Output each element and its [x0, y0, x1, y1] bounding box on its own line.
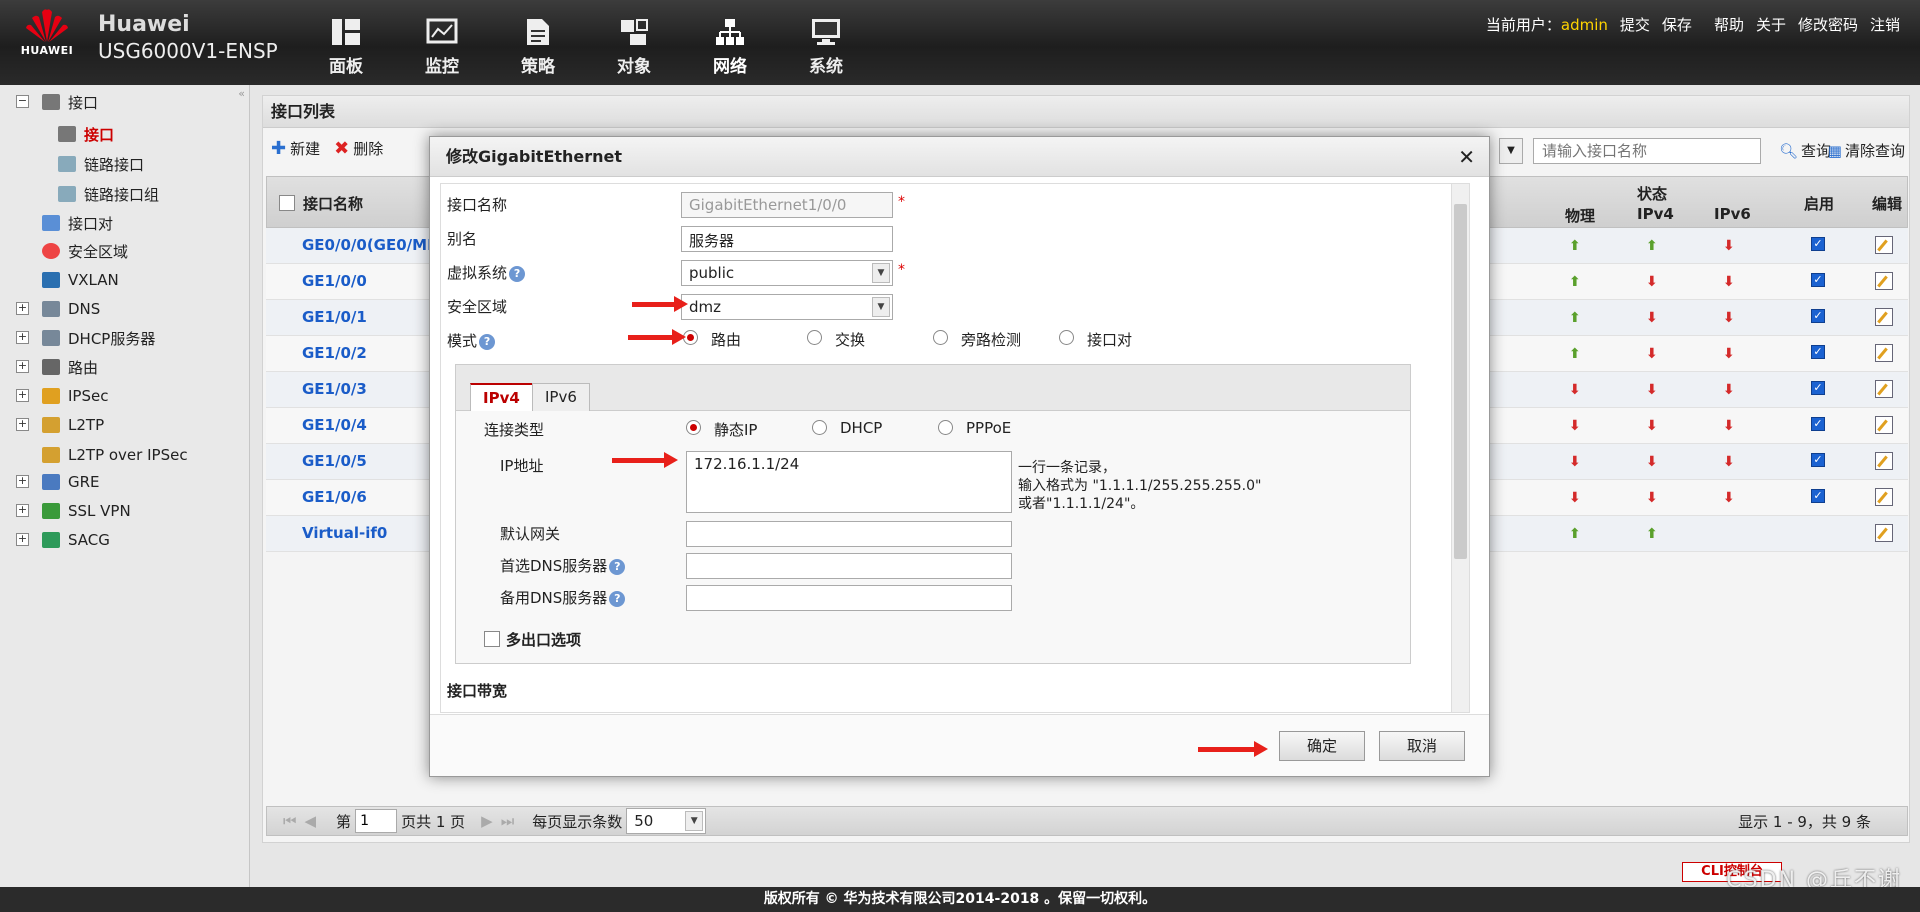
mode-bypass-label: 旁路检测 [961, 331, 1022, 349]
annotation-arrow-zone [632, 296, 688, 312]
annotation-arrow-ok [1198, 741, 1268, 757]
dns2-input[interactable] [686, 585, 1012, 611]
help-icon[interactable]: ? [609, 590, 626, 607]
alias-input[interactable]: 服务器 [681, 226, 893, 252]
pppoe-label: PPPoE [966, 419, 1012, 437]
bandwidth-section-title: 接口带宽 [447, 682, 508, 700]
pppoe-radio[interactable] [938, 420, 953, 435]
annotation-arrow-mode [628, 329, 686, 345]
help-icon[interactable]: ? [509, 265, 526, 282]
dns2-label: 备用DNS服务器? [500, 587, 626, 608]
annotation-arrow-ip [612, 452, 678, 468]
dialog-body: 接口名称 GigabitEthernet1/0/0 * 别名 服务器 虚拟系统?… [440, 183, 1470, 713]
mode-switch-radio[interactable] [807, 330, 822, 345]
interface-name-input: GigabitEthernet1/0/0 [681, 192, 893, 218]
ip-address-textarea[interactable]: 172.16.1.1/24 [686, 451, 1012, 513]
connection-type-label: 连接类型 [484, 421, 545, 439]
multi-exit-label: 多出口选项 [506, 631, 582, 649]
help-icon[interactable]: ? [479, 333, 496, 350]
dialog-title: 修改GigabitEthernet ✕ [430, 137, 1489, 177]
multi-exit-checkbox[interactable] [484, 631, 500, 647]
edit-interface-dialog: 修改GigabitEthernet ✕ 接口名称 GigabitEthernet1… [429, 136, 1490, 777]
mode-bypass-radio[interactable] [933, 330, 948, 345]
alias-label: 别名 [447, 230, 478, 248]
ip-address-label: IP地址 [500, 457, 544, 475]
security-zone-select[interactable]: dmz ▼ [681, 294, 893, 320]
dialog-scrollbar[interactable] [1451, 184, 1469, 712]
gateway-label: 默认网关 [500, 525, 561, 543]
static-ip-radio[interactable] [686, 420, 701, 435]
close-icon[interactable]: ✕ [1458, 137, 1475, 177]
vsys-label: 虚拟系统? [447, 262, 526, 283]
dhcp-label: DHCP [840, 419, 883, 437]
static-ip-label: 静态IP [714, 421, 758, 439]
tab-ipv6[interactable]: IPv6 [532, 383, 590, 411]
mode-label: 模式? [447, 330, 496, 351]
ip-hint-line3: 或者"1.1.1.1/24"。 [1018, 496, 1145, 512]
interface-name-label: 接口名称 [447, 196, 508, 214]
dialog-footer: 确定 取消 [430, 714, 1489, 776]
vsys-select[interactable]: public ▼ [681, 260, 893, 286]
ip-hint-line1: 一行一条记录， [1018, 460, 1116, 476]
security-zone-label: 安全区域 [447, 298, 508, 316]
help-icon[interactable]: ? [609, 558, 626, 575]
ok-button[interactable]: 确定 [1279, 731, 1365, 761]
dns1-input[interactable] [686, 553, 1012, 579]
required-mark: * [898, 262, 905, 278]
required-mark: * [898, 194, 905, 210]
modal-overlay: 修改GigabitEthernet ✕ 接口名称 GigabitEthernet1… [0, 0, 1920, 887]
cancel-button[interactable]: 取消 [1379, 731, 1465, 761]
mode-pair-radio[interactable] [1059, 330, 1074, 345]
chevron-down-icon: ▼ [872, 263, 890, 283]
mode-route-label: 路由 [711, 331, 742, 349]
gateway-input[interactable] [686, 521, 1012, 547]
dhcp-radio[interactable] [812, 420, 827, 435]
tab-ipv4[interactable]: IPv4 [470, 383, 533, 411]
mode-pair-label: 接口对 [1087, 331, 1133, 349]
footer-copyright: 版权所有 © 华为技术有限公司2014-2018 。保留一切权利。 [0, 887, 1920, 912]
ip-tabs: IPv4 IPv6 [456, 365, 1410, 411]
ip-hint-line2: 输入格式为 "1.1.1.1/255.255.255.0" [1018, 478, 1262, 494]
mode-switch-label: 交换 [835, 331, 866, 349]
chevron-down-icon: ▼ [872, 297, 890, 317]
ip-config-box: IPv4 IPv6 连接类型 静态IP DHCP PPPoE IP地址 172.… [455, 364, 1411, 664]
scrollbar-thumb[interactable] [1454, 204, 1467, 559]
dns1-label: 首选DNS服务器? [500, 555, 626, 576]
